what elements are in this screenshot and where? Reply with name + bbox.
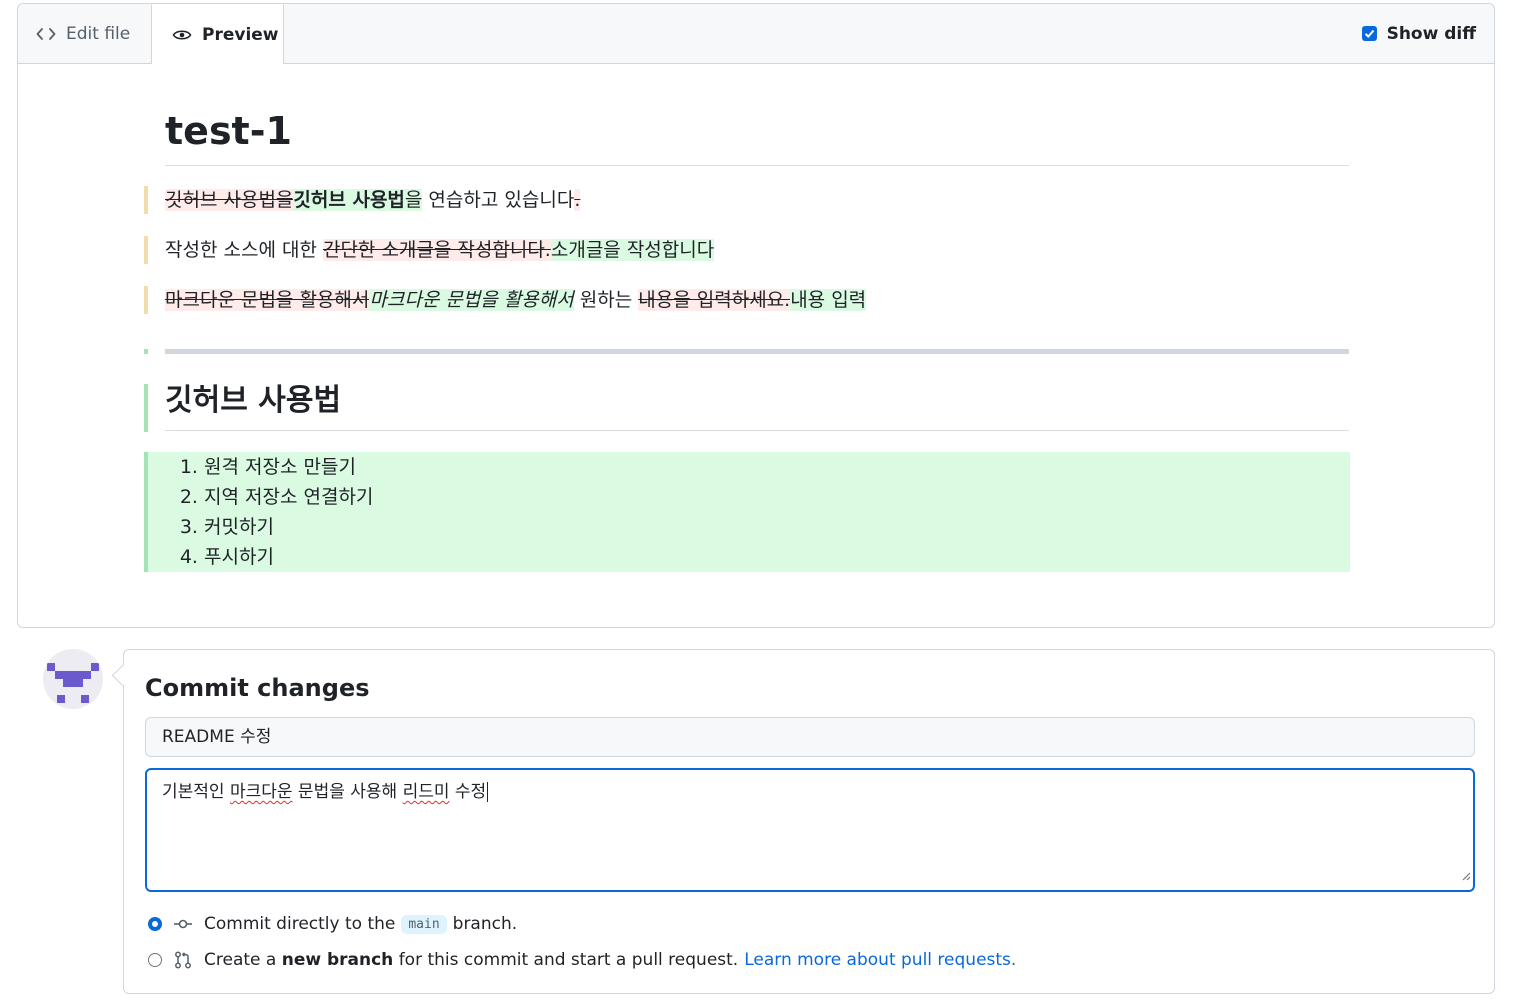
show-diff-toggle[interactable]: Show diff	[1361, 4, 1476, 63]
horizontal-rule	[165, 349, 1349, 354]
preview-heading-1: test-1	[165, 109, 1349, 166]
deleted-text: 마크다운 문법을 활용해서	[165, 289, 370, 311]
text-cursor	[487, 782, 489, 802]
commit-direct-option[interactable]: Commit directly to the main branch.	[148, 909, 517, 939]
unchanged-text: 원하는	[573, 289, 639, 311]
diff-line-2: 작성한 소스에 대한 간단한 소개글을 작성합니다.소개글을 작성합니다	[144, 235, 1350, 265]
added-ordered-list: 원격 저장소 만들기 지역 저장소 연결하기 커밋하기 푸시하기	[144, 452, 1350, 572]
description-text: 수정	[449, 782, 487, 802]
inserted-text: 깃허브 사용법	[293, 189, 405, 211]
deleted-text: 간단한 소개글을 작성합니다.	[322, 239, 551, 261]
diff-line-3: 마크다운 문법을 활용해서마크다운 문법을 활용해서 원하는 내용을 입력하세요…	[144, 285, 1350, 315]
resize-grip-icon[interactable]	[1461, 864, 1471, 888]
commit-title: Commit changes	[145, 674, 370, 702]
inserted-text: 을	[404, 189, 423, 211]
show-diff-checkbox[interactable]	[1361, 26, 1377, 41]
preview-heading-2: 깃허브 사용법	[165, 380, 1349, 431]
commit-direct-text: Commit directly to the	[204, 914, 396, 934]
eye-icon	[172, 27, 202, 43]
list-item: 커밋하기	[204, 512, 373, 542]
learn-more-link[interactable]: Learn more about pull requests.	[744, 950, 1016, 970]
commit-changes-panel: Commit changes README 수정 기본적인 마크다운 문법을 사…	[123, 649, 1495, 994]
avatar[interactable]	[43, 649, 103, 709]
tab-edit-file[interactable]: Edit file	[18, 4, 151, 63]
diff-line-1: 깃허브 사용법을깃허브 사용법을 연습하고 있습니다.	[144, 185, 1350, 215]
commit-direct-text-end: branch.	[452, 914, 518, 934]
commit-direct-radio[interactable]	[148, 917, 162, 931]
deleted-text: 깃허브 사용법을	[165, 189, 294, 211]
editor-tabbar: Edit file Preview Show diff	[18, 4, 1494, 64]
changed-marker	[144, 286, 148, 314]
branch-name-badge: main	[401, 914, 447, 934]
tab-preview-label: Preview	[202, 24, 279, 45]
inserted-text: 소개글을 작성합니다	[550, 239, 715, 261]
new-branch-text: Create a	[204, 950, 277, 970]
list-item: 원격 저장소 만들기	[204, 452, 373, 482]
description-text: 문법을 사용해	[292, 782, 403, 802]
added-marker	[144, 349, 148, 354]
inserted-text: 마크다운 문법을 활용해서	[369, 289, 574, 311]
added-marker	[144, 384, 148, 432]
new-branch-bold-text: new branch	[281, 950, 394, 970]
tab-preview[interactable]: Preview	[151, 4, 284, 64]
unchanged-text: 작성한 소스에 대한	[165, 239, 323, 261]
git-commit-icon	[174, 917, 192, 931]
new-branch-text-end: for this commit and start a pull request…	[398, 950, 739, 970]
list-item: 지역 저장소 연결하기	[204, 482, 373, 512]
commit-description-textarea[interactable]: 기본적인 마크다운 문법을 사용해 리드미 수정	[145, 768, 1475, 892]
changed-marker	[144, 186, 148, 214]
git-pull-request-icon	[174, 951, 192, 969]
list-item: 푸시하기	[204, 542, 373, 572]
code-icon	[36, 26, 66, 42]
spellcheck-word: 리드미	[402, 782, 450, 802]
deleted-text: 내용을 입력하세요.	[638, 289, 791, 311]
deleted-text: .	[574, 189, 581, 211]
inserted-text: 내용 입력	[790, 289, 867, 311]
file-editor-panel: Edit file Preview Show diff test-1 깃허브 사…	[17, 3, 1495, 628]
tab-edit-file-label: Edit file	[66, 23, 131, 44]
description-text: 기본적인	[162, 782, 230, 802]
changed-marker	[144, 236, 148, 264]
show-diff-label: Show diff	[1386, 23, 1476, 44]
unchanged-text: 연습하고 있습니다	[422, 189, 575, 211]
new-branch-radio[interactable]	[148, 953, 162, 967]
spellcheck-word: 마크다운	[229, 782, 293, 802]
new-branch-option[interactable]: Create a new branch for this commit and …	[148, 945, 1016, 975]
commit-summary-input[interactable]: README 수정	[145, 717, 1475, 757]
